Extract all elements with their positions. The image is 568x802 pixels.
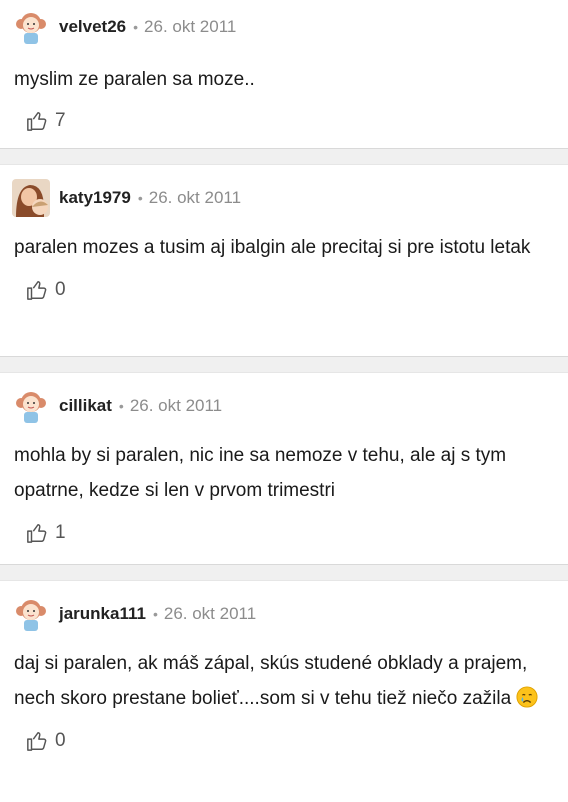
like-count: 1: [55, 522, 66, 543]
comment-text: myslim ze paralen sa moze..: [14, 69, 255, 90]
username[interactable]: jarunka111: [59, 604, 146, 624]
thumbs-up-icon: [27, 281, 47, 300]
comment-date: 26. okt 2011: [148, 188, 242, 207]
separator-dot: •: [133, 19, 139, 35]
cartoon-girl-avatar-icon: [12, 387, 50, 425]
username[interactable]: velvet26: [59, 17, 126, 37]
cartoon-girl-avatar-icon: [12, 8, 50, 46]
thumbs-up-icon: [27, 112, 47, 131]
comment: velvet26 • 26. okt 2011 myslim ze parale…: [0, 0, 568, 148]
like-button[interactable]: 7: [0, 106, 568, 136]
comment: cillikat • 26. okt 2011 mohla by si para…: [0, 373, 568, 564]
comment-date: 26. okt 2011: [163, 604, 257, 623]
comment-text: daj si paralen, ak máš zápal, skús stude…: [0, 646, 568, 716]
comment-divider: [0, 148, 568, 165]
separator-dot: •: [152, 606, 158, 622]
like-button[interactable]: 0: [0, 275, 568, 305]
like-count: 0: [55, 730, 66, 751]
comment-text: paralen mozes a tusim aj ibalgin ale pre…: [14, 237, 531, 258]
comment-divider: [0, 564, 568, 581]
comment: katy1979 • 26. okt 2011 paralen mozes a …: [0, 165, 568, 356]
comment-text-body: daj si paralen, ak máš zápal, skús stude…: [14, 653, 528, 709]
photo-avatar-icon: [12, 179, 50, 217]
username[interactable]: cillikat: [59, 396, 112, 416]
avatar[interactable]: [12, 8, 50, 46]
comment: jarunka111 • 26. okt 2011 daj si paralen…: [0, 581, 568, 802]
username[interactable]: katy1979: [59, 188, 131, 208]
like-count: 0: [55, 279, 66, 300]
crying-face-icon: [516, 686, 538, 708]
like-button[interactable]: 1: [0, 518, 568, 548]
comment-date: 26. okt 2011: [129, 396, 223, 415]
avatar[interactable]: [12, 595, 50, 633]
separator-dot: •: [137, 190, 143, 206]
comment-date: 26. okt 2011: [144, 17, 237, 36]
cartoon-girl-avatar-icon: [12, 595, 50, 633]
thumbs-up-icon: [27, 524, 47, 543]
separator-dot: •: [118, 398, 124, 414]
avatar[interactable]: [12, 179, 50, 217]
comment-text: mohla by si paralen, nic ine sa nemoze v…: [14, 445, 507, 501]
like-button[interactable]: 0: [0, 726, 568, 756]
avatar[interactable]: [12, 387, 50, 425]
comment-divider: [0, 356, 568, 373]
thumbs-up-icon: [27, 732, 47, 751]
like-count: 7: [55, 110, 66, 131]
